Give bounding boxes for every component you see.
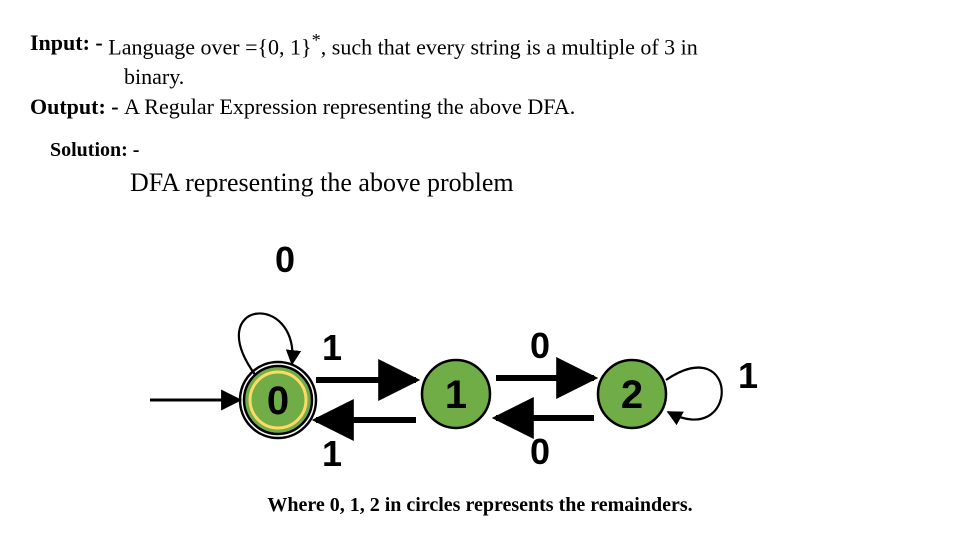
loop-q2-label: 1 — [738, 355, 758, 396]
footer-note: Where 0, 1, 2 in circles represents the … — [0, 494, 960, 517]
loop-q0-label: 0 — [275, 239, 295, 280]
edge-q1-q0-label: 1 — [322, 433, 342, 474]
edge-q1-q2-label: 0 — [530, 325, 550, 366]
solution-label: Solution: - — [0, 121, 960, 162]
loop-q0 — [239, 313, 293, 376]
state-q2-label: 2 — [621, 373, 643, 417]
input-label: Input: - — [30, 28, 108, 62]
state-q0 — [244, 366, 312, 434]
output-text: A Regular Expression representing the ab… — [124, 92, 575, 122]
state-q1-label: 1 — [445, 373, 467, 417]
edge-q2-q1-label: 0 — [530, 431, 550, 472]
state-q2 — [598, 360, 666, 428]
input-text: Language over ={0, 1}*, such that every … — [108, 28, 698, 62]
output-label: Output: - — [30, 92, 124, 122]
input-text-line2: binary. — [124, 62, 184, 92]
state-q0-outer — [240, 362, 316, 438]
edge-q0-q1-label: 1 — [322, 327, 342, 368]
state-q0-label: 0 — [267, 379, 289, 423]
loop-q2 — [666, 368, 722, 420]
dfa-subtitle: DFA representing the above problem — [0, 162, 960, 198]
state-q1 — [422, 360, 490, 428]
